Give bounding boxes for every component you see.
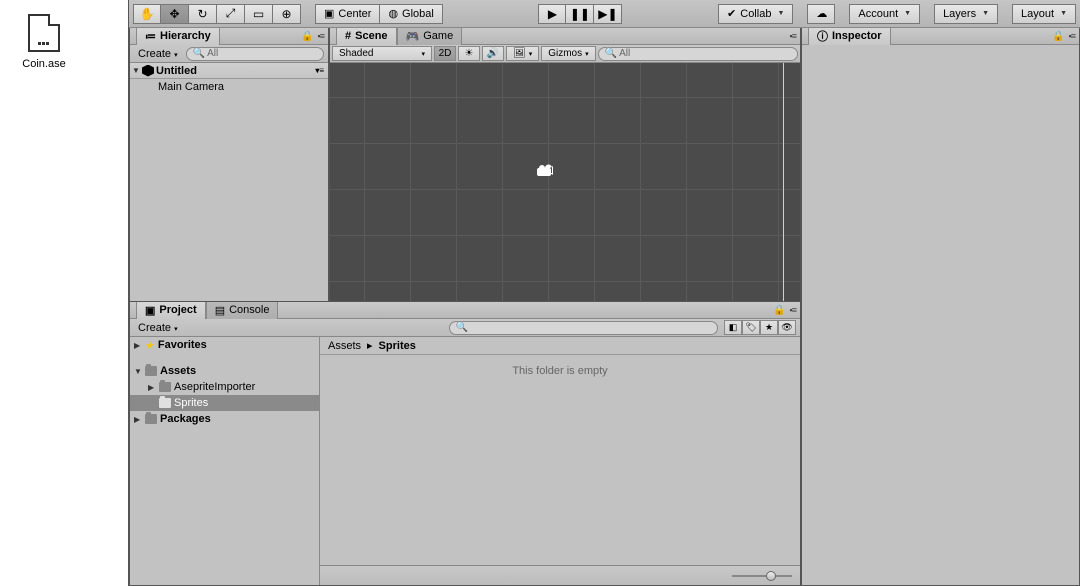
folder-icon — [145, 414, 157, 424]
hierarchy-panel: ≔Hierarchy 🔒 ▪≡ Create ▾ 🔍All ▼ Untitled — [129, 28, 329, 302]
favorites-row[interactable]: ▶★Favorites — [130, 337, 319, 353]
transform-tools: ✋ ✥ ↻ ⤢ ▭ ⊕ — [133, 4, 301, 24]
layers-dropdown[interactable]: Layers▼ — [934, 4, 998, 24]
packages-row[interactable]: ▶Packages — [130, 411, 319, 427]
pivot-space-group: ▣Center ◍Global — [315, 4, 443, 24]
breadcrumb-root[interactable]: Assets — [328, 340, 361, 352]
save-search-icon[interactable]: ★ — [760, 320, 778, 335]
lock-icon[interactable]: 🔒 — [301, 31, 313, 42]
scene-grid — [330, 63, 800, 301]
file-label: Coin.ase — [14, 58, 74, 70]
assets-row[interactable]: ▼Assets — [130, 363, 319, 379]
scene-viewport[interactable] — [330, 63, 800, 301]
step-button[interactable]: ▶❚ — [594, 4, 622, 24]
filter-by-label-icon[interactable]: 🏷 — [742, 320, 760, 335]
playback-controls: ▶ ❚❚ ▶❚ — [538, 4, 622, 24]
gameobject-main-camera[interactable]: Main Camera — [130, 79, 328, 95]
collab-dropdown[interactable]: ✔Collab▼ — [718, 4, 793, 24]
star-icon: ★ — [145, 339, 155, 352]
scene-search[interactable]: 🔍All — [598, 47, 798, 61]
layout-dropdown[interactable]: Layout▼ — [1012, 4, 1076, 24]
scene-name: Untitled — [156, 65, 197, 77]
breadcrumb: Assets ▸ Sprites — [320, 337, 800, 355]
folder-icon — [145, 366, 157, 376]
audio-toggle[interactable]: 🔊 — [482, 46, 504, 61]
folder-icon — [159, 398, 171, 408]
inspector-panel: ⓘInspector 🔒 ▪≡ — [801, 28, 1080, 586]
folder-icon — [159, 382, 171, 392]
rotate-tool[interactable]: ↻ — [189, 4, 217, 24]
folder-asepriteimporter[interactable]: ▶AsepriteImporter — [130, 379, 319, 395]
lock-icon[interactable]: 🔒 — [1052, 31, 1064, 42]
scene-panel: #Scene 🎮Game ▪≡ Shaded▾ 2D ☀ 🔊 🖼▾ Gizmos… — [329, 28, 801, 302]
draw-mode-dropdown[interactable]: Shaded▾ — [332, 46, 432, 61]
2d-toggle[interactable]: 2D — [434, 46, 456, 61]
fx-dropdown[interactable]: 🖼▾ — [506, 46, 539, 61]
expand-arrow-icon[interactable]: ▼ — [132, 66, 140, 75]
panel-menu-icon[interactable]: ▪≡ — [790, 305, 796, 316]
main-toolbar: ✋ ✥ ↻ ⤢ ▭ ⊕ ▣Center ◍Global ▶ ❚❚ ▶❚ ✔Col… — [129, 0, 1080, 28]
project-footer — [320, 565, 800, 585]
desktop-file-coin[interactable]: Coin.ase — [14, 14, 74, 70]
panel-menu-icon[interactable]: ▪≡ — [790, 31, 796, 41]
panel-menu-icon[interactable]: ▪≡ — [1069, 31, 1075, 42]
space-toggle[interactable]: ◍Global — [380, 4, 442, 24]
lock-icon[interactable]: 🔒 — [773, 305, 785, 316]
desktop-area: Coin.ase — [0, 0, 128, 586]
move-tool[interactable]: ✥ — [161, 4, 189, 24]
transform-tool[interactable]: ⊕ — [273, 4, 301, 24]
lighting-toggle[interactable]: ☀ — [458, 46, 480, 61]
project-search[interactable]: 🔍 — [449, 321, 718, 335]
hidden-packages-icon[interactable]: 👁 — [778, 320, 796, 335]
hierarchy-search[interactable]: 🔍All — [186, 47, 324, 61]
file-icon — [28, 14, 60, 52]
project-panel: ▣Project ▤Console 🔒 ▪≡ Create ▾ 🔍 ◧ 🏷 ★ 👁 — [129, 302, 801, 586]
hierarchy-tree: ▼ Untitled ▾≡ Main Camera — [130, 63, 328, 301]
panel-menu-icon[interactable]: ▪≡ — [318, 31, 324, 42]
project-tab[interactable]: ▣Project — [136, 302, 206, 319]
pause-button[interactable]: ❚❚ — [566, 4, 594, 24]
scene-menu-icon[interactable]: ▾≡ — [315, 66, 324, 75]
scene-toolbar: Shaded▾ 2D ☀ 🔊 🖼▾ Gizmos▾ 🔍All — [330, 45, 800, 63]
thumbnail-size-slider[interactable] — [732, 575, 792, 577]
unity-icon — [142, 65, 154, 77]
scene-tab[interactable]: #Scene — [336, 28, 397, 45]
unity-editor: ✋ ✥ ↻ ⤢ ▭ ⊕ ▣Center ◍Global ▶ ❚❚ ▶❚ ✔Col… — [128, 0, 1080, 586]
filter-by-type-icon[interactable]: ◧ — [724, 320, 742, 335]
chevron-right-icon: ▸ — [367, 339, 373, 352]
console-tab[interactable]: ▤Console — [206, 302, 279, 319]
hand-tool[interactable]: ✋ — [133, 4, 161, 24]
game-tab[interactable]: 🎮Game — [397, 28, 463, 45]
folder-sprites[interactable]: ▶Sprites — [130, 395, 319, 411]
hierarchy-create-dropdown[interactable]: Create ▾ — [134, 48, 182, 60]
inspector-tab[interactable]: ⓘInspector — [808, 28, 891, 45]
scale-tool[interactable]: ⤢ — [217, 4, 245, 24]
account-dropdown[interactable]: Account▼ — [849, 4, 920, 24]
scene-row[interactable]: ▼ Untitled ▾≡ — [130, 63, 328, 79]
gizmos-dropdown[interactable]: Gizmos▾ — [541, 46, 595, 61]
cloud-button[interactable]: ☁ — [807, 4, 835, 24]
pivot-toggle[interactable]: ▣Center — [315, 4, 380, 24]
empty-folder-message: This folder is empty — [320, 355, 800, 565]
rect-tool[interactable]: ▭ — [245, 4, 273, 24]
camera-gizmo-icon[interactable] — [536, 163, 556, 177]
project-content: Assets ▸ Sprites This folder is empty — [320, 337, 800, 585]
project-create-dropdown[interactable]: Create ▾ — [134, 322, 182, 334]
project-tree: ▶★Favorites ▼Assets ▶AsepriteImporter ▶S… — [130, 337, 320, 585]
hierarchy-tab[interactable]: ≔Hierarchy — [136, 28, 220, 45]
play-button[interactable]: ▶ — [538, 4, 566, 24]
breadcrumb-current[interactable]: Sprites — [379, 340, 416, 352]
